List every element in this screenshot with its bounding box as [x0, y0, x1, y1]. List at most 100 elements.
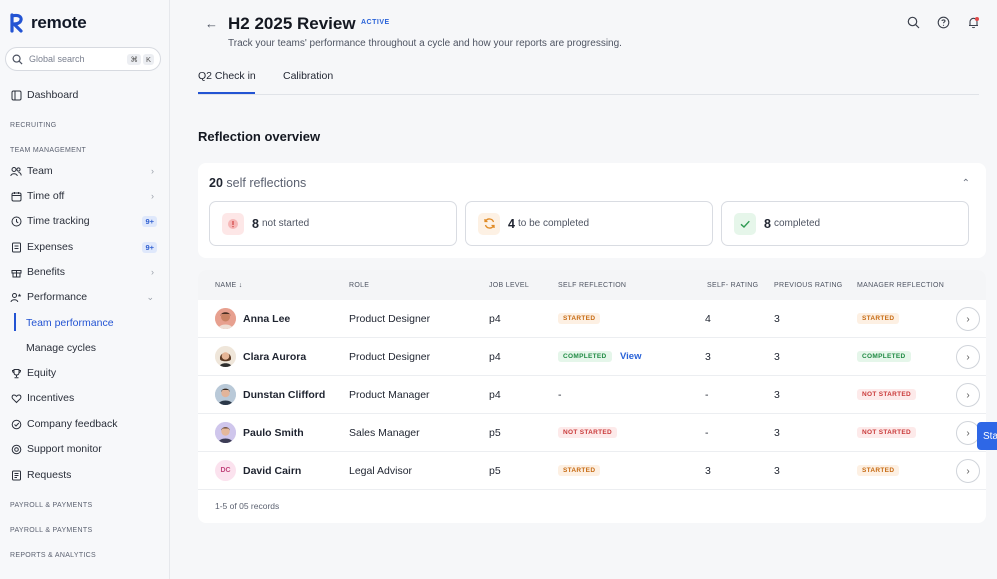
- sidebar-item-expenses[interactable]: Expenses 9+: [10, 238, 160, 256]
- self-reflections-label: self reflections: [226, 176, 307, 190]
- sidebar-item-time-off[interactable]: Time off ›: [10, 187, 160, 205]
- status-badge: STARTED: [857, 465, 900, 476]
- row-role: Product Designer: [349, 313, 431, 325]
- chevron-up-icon[interactable]: ⌃: [962, 178, 970, 189]
- row-role: Legal Advisor: [349, 465, 413, 477]
- active-indicator: [14, 313, 16, 331]
- tab-q2-check-in[interactable]: Q2 Check in: [198, 70, 256, 82]
- reflection-overview-title: Reflection overview: [198, 129, 321, 144]
- sidebar-item-label: Team: [27, 165, 53, 177]
- inbox-icon: [10, 469, 22, 481]
- table-row[interactable]: Paulo Smith Sales Manager p5 NOT STARTED…: [198, 414, 986, 452]
- stat-label: completed: [773, 218, 821, 229]
- avatar: [215, 346, 236, 367]
- sidebar-item-requests[interactable]: Requests: [10, 466, 160, 484]
- kbd-k: K: [142, 53, 154, 65]
- tab-bar: Q2 Check in Calibration: [198, 62, 979, 95]
- row-previous-rating: 3: [774, 465, 780, 477]
- sidebar-item-company-feedback[interactable]: Company feedback: [10, 415, 160, 433]
- search-icon: [12, 54, 23, 65]
- sidebar-item-equity[interactable]: Equity: [10, 364, 160, 382]
- stat-value: 8: [764, 216, 771, 231]
- chevron-right-icon[interactable]: ›: [956, 307, 980, 331]
- status-badge: ACTIVE: [361, 19, 390, 26]
- status-badge: COMPLETED: [857, 351, 911, 362]
- tab-calibration[interactable]: Calibration: [283, 70, 333, 82]
- avatar: DC: [215, 460, 236, 481]
- kbd-cmd: ⌘: [127, 53, 141, 65]
- records-count: 1-5 of 05 records: [215, 501, 280, 511]
- sidebar-item-performance[interactable]: Performance ⌄: [10, 288, 160, 306]
- table-row[interactable]: DC David Cairn Legal Advisor p5 STARTED …: [198, 452, 986, 490]
- row-name: Dunstan Clifford: [243, 389, 326, 401]
- status-badge: STARTED: [558, 313, 601, 324]
- status-badge: NOT STARTED: [857, 389, 917, 400]
- sidebar-item-label: Performance: [27, 291, 88, 303]
- self-reflections-header[interactable]: 20 self reflections: [209, 176, 306, 190]
- active-tab-indicator: [198, 92, 255, 94]
- sidebar: remote Global search ⌘ K Dashboard RECRU…: [0, 0, 170, 579]
- avatar: [215, 384, 236, 405]
- sort-down-icon: ↓: [238, 282, 243, 289]
- section-payroll-payments-2[interactable]: PAYROLL & PAYMENTS: [10, 527, 92, 534]
- row-level: p5: [489, 427, 501, 439]
- chevron-right-icon[interactable]: ›: [956, 459, 980, 483]
- sidebar-item-time-tracking[interactable]: Time tracking 9+: [10, 212, 160, 230]
- row-previous-rating: 3: [774, 389, 780, 401]
- status-badge: NOT STARTED: [857, 427, 917, 438]
- section-reports-analytics[interactable]: REPORTS & ANALYTICS: [10, 552, 96, 559]
- sidebar-item-benefits[interactable]: Benefits ›: [10, 263, 160, 281]
- stat-to-be-completed: 4 to be completed: [465, 201, 713, 246]
- sidebar-item-incentives[interactable]: Incentives: [10, 389, 160, 407]
- receipt-icon: [10, 241, 22, 253]
- sidebar-item-label: Requests: [27, 469, 72, 481]
- row-self-reflection: -: [558, 389, 562, 401]
- header-actions: [907, 16, 981, 30]
- stat-label: not started: [261, 218, 310, 229]
- section-payroll-payments[interactable]: PAYROLL & PAYMENTS: [10, 502, 92, 509]
- chevron-right-icon[interactable]: ›: [956, 383, 980, 407]
- brand-logo[interactable]: remote: [10, 13, 87, 33]
- chevron-right-icon: ›: [151, 166, 154, 176]
- row-name: David Cairn: [243, 465, 302, 477]
- sidebar-item-support-monitor[interactable]: Support monitor: [10, 440, 160, 458]
- back-arrow-icon[interactable]: ←: [205, 16, 218, 31]
- row-level: p4: [489, 389, 501, 401]
- chevron-right-icon: ›: [151, 267, 154, 277]
- gift-icon: [10, 266, 22, 278]
- table-row[interactable]: Anna Lee Product Designer p4 STARTED 4 3…: [198, 300, 986, 338]
- row-self-rating: 3: [705, 465, 711, 477]
- row-self-rating: -: [705, 389, 709, 401]
- sidebar-item-team[interactable]: Team ›: [10, 162, 160, 180]
- row-name: Clara Aurora: [243, 351, 307, 363]
- status-badge: NOT STARTED: [558, 427, 618, 438]
- person-star-icon: [10, 291, 22, 303]
- feedback-icon: [10, 418, 22, 430]
- chevron-right-icon[interactable]: ›: [956, 345, 980, 369]
- table-row[interactable]: Dunstan Clifford Product Manager p4 - - …: [198, 376, 986, 414]
- sidebar-item-dashboard[interactable]: Dashboard: [10, 86, 160, 104]
- row-name: Anna Lee: [243, 313, 291, 325]
- heart-icon: [10, 392, 22, 404]
- calendar-icon: [10, 190, 22, 202]
- notification-bell-icon[interactable]: [967, 16, 981, 30]
- column-header-role: ROLE: [349, 282, 370, 289]
- table-row[interactable]: Clara Aurora Product Designer p4 COMPLET…: [198, 338, 986, 376]
- section-recruiting[interactable]: RECRUITING: [10, 122, 57, 129]
- sidebar-item-team-performance[interactable]: Team performance: [26, 317, 114, 329]
- help-icon[interactable]: [937, 16, 951, 30]
- sidebar-item-manage-cycles[interactable]: Manage cycles: [26, 342, 96, 354]
- view-link[interactable]: View: [620, 351, 641, 362]
- section-team-management[interactable]: TEAM MANAGEMENT: [10, 147, 86, 154]
- global-search[interactable]: Global search ⌘ K: [5, 47, 161, 71]
- stat-value: 8: [252, 216, 259, 231]
- remote-logo-icon: [10, 13, 23, 33]
- sidebar-item-label: Company feedback: [27, 418, 118, 430]
- status-badge: STARTED: [558, 465, 601, 476]
- column-header-name[interactable]: NAME ↓: [215, 282, 243, 289]
- floating-start-tab[interactable]: Sta: [977, 422, 997, 450]
- status-badge: COMPLETED: [558, 351, 612, 362]
- row-self-rating: 3: [705, 351, 711, 363]
- search-icon[interactable]: [907, 16, 921, 30]
- dashboard-icon: [10, 89, 22, 101]
